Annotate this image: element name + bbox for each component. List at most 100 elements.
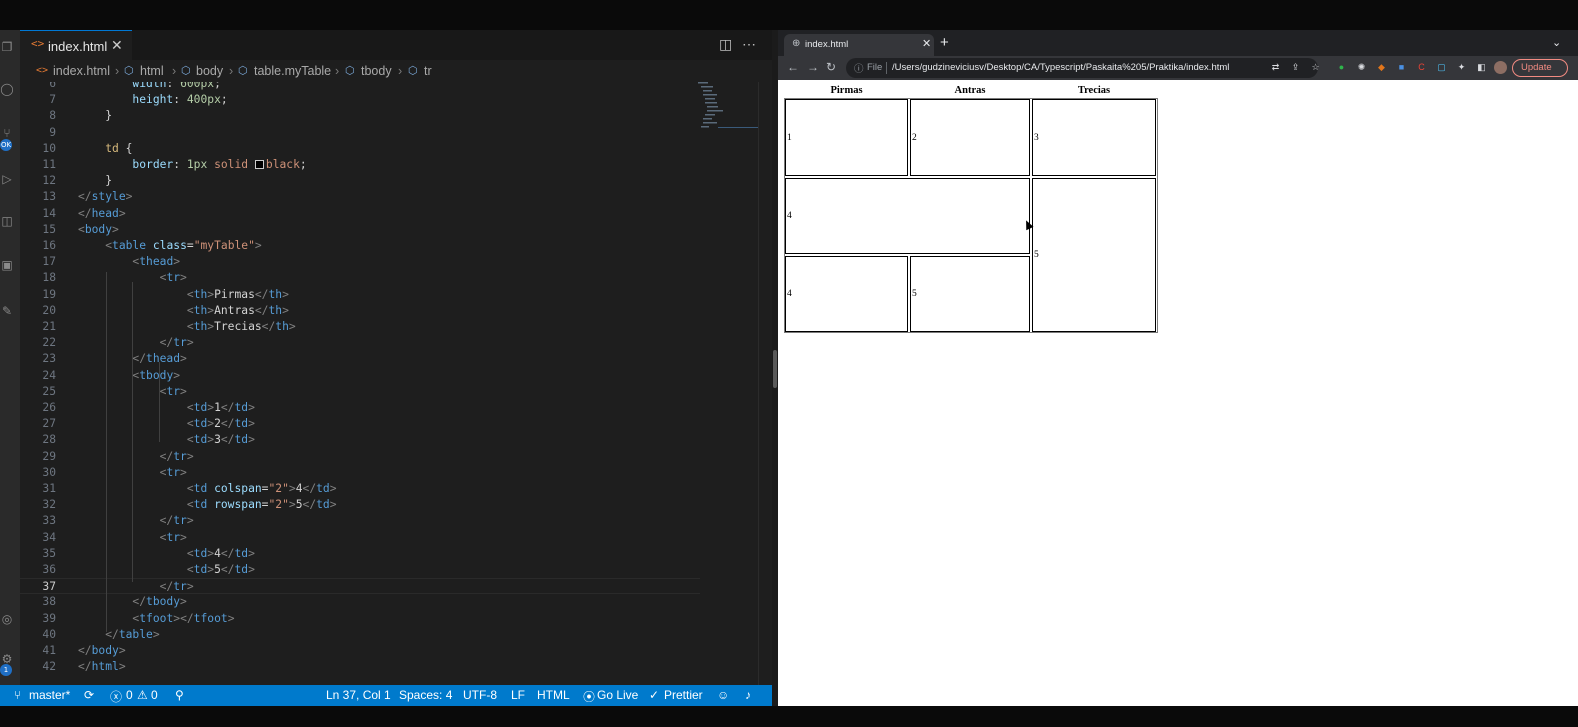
code-text[interactable]: <body> [78,222,119,238]
tab-index-html[interactable]: <> index.html ✕ [20,30,132,60]
bookmark-star-icon[interactable]: ☆ [1309,61,1322,74]
code-text[interactable]: </tr> [78,579,194,595]
code-text[interactable]: <th>Antras</th> [78,303,289,319]
browser-tab[interactable]: ⊕ index.html ✕ [784,34,934,56]
code-text[interactable]: <table class="myTable"> [78,238,262,254]
reload-icon[interactable]: ↻ [826,60,836,74]
prettier-button[interactable]: Prettier [664,688,703,702]
code-text[interactable]: </body> [78,643,126,659]
code-line[interactable]: 11 border: 1px solid black; [20,157,700,173]
translate-icon[interactable]: ⇄ [1269,61,1282,74]
search-icon[interactable]: ◯ [0,82,14,96]
code-line[interactable]: 17 <thead> [20,254,700,270]
red-extension-icon[interactable]: C [1415,61,1428,74]
extensions-icon[interactable]: ▣ [0,258,14,272]
code-line[interactable]: 36 <td>5</td> [20,562,700,578]
code-text[interactable]: <td rowspan="2">5</td> [78,497,337,513]
code-line[interactable]: 33 </tr> [20,513,700,529]
code-line[interactable]: 38 </tbody> [20,594,700,610]
code-text[interactable]: width: 600px; [78,82,220,92]
breadcrumb-item[interactable]: table.myTable [254,64,331,78]
code-text[interactable]: <th>Pirmas</th> [78,287,289,303]
code-line[interactable]: 26 <td>1</td> [20,400,700,416]
explorer-icon[interactable]: ❐ [0,40,14,54]
code-text[interactable]: <td colspan="2">4</td> [78,481,337,497]
code-text[interactable]: <td>1</td> [78,400,255,416]
code-line[interactable]: 28 <td>3</td> [20,432,700,448]
code-text[interactable]: <tfoot></tfoot> [78,611,234,627]
code-text[interactable]: </html> [78,659,126,675]
code-line[interactable]: 16 <table class="myTable"> [20,238,700,254]
code-line[interactable]: 41 </body> [20,643,700,659]
code-text[interactable]: </tr> [78,513,194,529]
extensions-puzzle-icon[interactable]: ✦ [1455,61,1468,74]
code-line[interactable]: 8 } [20,108,700,124]
code-text[interactable]: <td>4</td> [78,546,255,562]
breadcrumb-item[interactable]: tbody [361,64,392,78]
code-text[interactable]: </tbody> [78,594,186,610]
share-icon[interactable]: ⇪ [1289,61,1302,74]
code-line[interactable]: 9 [20,125,700,141]
code-line[interactable]: 32 <td rowspan="2">5</td> [20,497,700,513]
go-live-button[interactable]: Go Live [597,688,638,702]
code-line[interactable]: 40 </table> [20,627,700,643]
cursor-position[interactable]: Ln 37, Col 1 [326,688,391,702]
code-text[interactable]: </style> [78,189,132,205]
code-line[interactable]: 13 </style> [20,189,700,205]
code-text[interactable]: height: 400px; [78,92,227,108]
code-text[interactable]: </tr> [78,335,194,351]
code-line[interactable]: 34 <tr> [20,530,700,546]
sync-icon[interactable]: ⟳ [84,688,94,702]
profile-avatar[interactable] [1494,61,1507,74]
code-line[interactable]: 37 </tr> [20,578,700,595]
code-line[interactable]: 25 <tr> [20,384,700,400]
forward-icon[interactable]: → [807,60,819,74]
url-text[interactable]: /Users/gudzineviciusv/Desktop/CA/Typescr… [892,62,1229,73]
color-swatch[interactable] [254,160,264,169]
new-tab-icon[interactable]: + [940,34,949,51]
run-debug-icon[interactable]: ▷ [0,172,14,186]
code-line[interactable]: 18 <tr> [20,270,700,286]
splitter-grip[interactable] [773,350,777,388]
code-text[interactable]: } [78,108,112,124]
code-line[interactable]: 23 </thead> [20,351,700,367]
code-line[interactable]: 27 <td>2</td> [20,416,700,432]
screenshot-extension-icon[interactable]: ▢ [1435,61,1448,74]
code-text[interactable]: <th>Trecias</th> [78,319,296,335]
code-line[interactable]: 10 td { [20,141,700,157]
code-line[interactable]: 14 </head> [20,206,700,222]
code-text[interactable]: </table> [78,627,159,643]
account-icon[interactable]: ◎ [0,612,14,626]
source-control-icon[interactable]: ⑂ [0,126,14,140]
code-text[interactable]: <td>5</td> [78,562,255,578]
code-line[interactable]: 6 width: 600px; [20,82,700,92]
code-text[interactable]: <thead> [78,254,180,270]
code-line[interactable]: 22 </tr> [20,335,700,351]
vertical-scrollbar[interactable] [758,82,772,685]
update-button[interactable]: Update [1512,59,1568,77]
code-line[interactable]: 35 <td>4</td> [20,546,700,562]
breadcrumb-item[interactable]: html [140,64,164,78]
code-line[interactable]: 19 <th>Pirmas</th> [20,287,700,303]
react-extension-icon[interactable]: ✺ [1355,61,1368,74]
split-editor-icon[interactable]: ◫ [719,36,732,53]
code-editor[interactable]: 6 width: 600px; 7 height: 400px; 8 } 9 10 td… [20,82,772,685]
remote-explorer-icon[interactable]: ◫ [0,214,14,228]
breadcrumb-item[interactable]: body [196,64,223,78]
indentation[interactable]: Spaces: 4 [399,688,452,702]
code-line[interactable]: 30 <tr> [20,465,700,481]
code-text[interactable]: border: 1px solid black; [78,157,306,173]
metamask-extension-icon[interactable]: ◆ [1375,61,1388,74]
code-text[interactable]: <td>3</td> [78,432,255,448]
close-tab-icon[interactable]: ✕ [922,37,931,50]
info-icon[interactable]: ⓘ [854,61,864,75]
code-line[interactable]: 39 <tfoot></tfoot> [20,611,700,627]
code-line[interactable]: 15 <body> [20,222,700,238]
blue-extension-icon[interactable]: ■ [1395,61,1408,74]
breadcrumb-item[interactable]: tr [424,64,432,78]
address-bar[interactable]: ⓘ File /Users/gudzineviciusv/Desktop/CA/… [846,58,1318,78]
bell-icon[interactable]: ♪ [745,688,751,702]
chevron-down-icon[interactable]: ⌄ [1552,36,1561,49]
code-line[interactable]: 12 } [20,173,700,189]
code-line[interactable]: 21 <th>Trecias</th> [20,319,700,335]
